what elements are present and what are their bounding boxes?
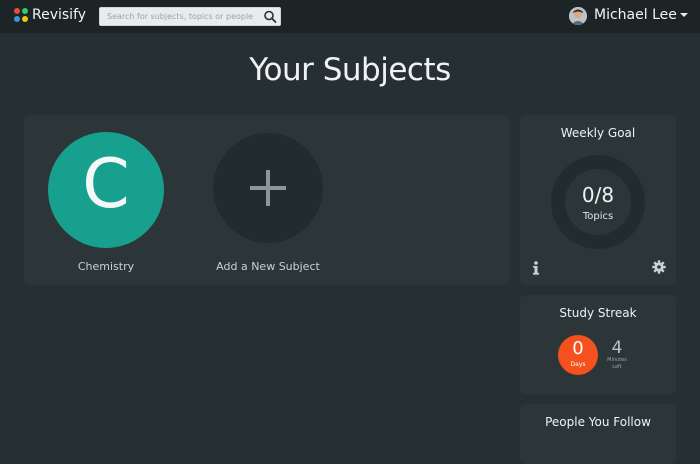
search-input[interactable] <box>100 8 267 25</box>
subject-name[interactable]: Chemistry <box>46 260 166 273</box>
add-subject-button[interactable] <box>213 133 323 243</box>
page-title: Your Subjects <box>249 52 451 88</box>
weekly-goal-panel: Weekly Goal 0/8 Topics <box>520 115 676 285</box>
weekly-goal-ring: 0/8 Topics <box>551 155 645 249</box>
brand-name[interactable]: Revisify <box>32 7 86 23</box>
streak-days-badge: 0 Days <box>558 335 598 375</box>
search-icon[interactable] <box>262 9 278 24</box>
study-streak-title: Study Streak <box>559 306 637 320</box>
add-subject-label[interactable]: Add a New Subject <box>208 260 328 273</box>
user-name[interactable]: Michael Lee <box>594 7 677 23</box>
study-streak-panel: Study Streak 0 Days 4 Minutes Left <box>520 295 676 394</box>
streak-days-value: 0 <box>572 338 584 359</box>
caret-down-icon[interactable] <box>679 11 689 19</box>
info-icon[interactable] <box>532 261 540 275</box>
streak-minutes-label: Minutes <box>607 357 627 363</box>
weekly-goal-progress: 0/8 <box>581 183 615 207</box>
streak-minutes-label-left: Left <box>612 364 622 370</box>
streak-minutes-value: 4 <box>611 338 623 358</box>
streak-days-label: Days <box>570 361 586 368</box>
gear-icon[interactable] <box>652 260 666 274</box>
search-box <box>99 7 281 26</box>
people-follow-panel: People You Follow <box>520 404 676 464</box>
add-subject-card[interactable]: Add a New Subject <box>208 132 328 273</box>
weekly-goal-unit: Topics <box>582 211 614 222</box>
user-avatar[interactable] <box>569 7 587 25</box>
subject-icon-circle[interactable]: C <box>48 132 164 248</box>
subject-card-chemistry[interactable]: C Chemistry <box>46 132 166 273</box>
streak-minutes: 4 Minutes Left <box>602 339 632 371</box>
people-follow-title: People You Follow <box>545 415 651 429</box>
revisify-logo-icon[interactable] <box>14 8 28 22</box>
subjects-panel: C Chemistry Add a New Subject <box>24 115 510 285</box>
subject-letter: C <box>82 145 130 224</box>
top-navbar: Revisify Michael Lee <box>0 0 700 33</box>
weekly-goal-title: Weekly Goal <box>560 126 636 140</box>
